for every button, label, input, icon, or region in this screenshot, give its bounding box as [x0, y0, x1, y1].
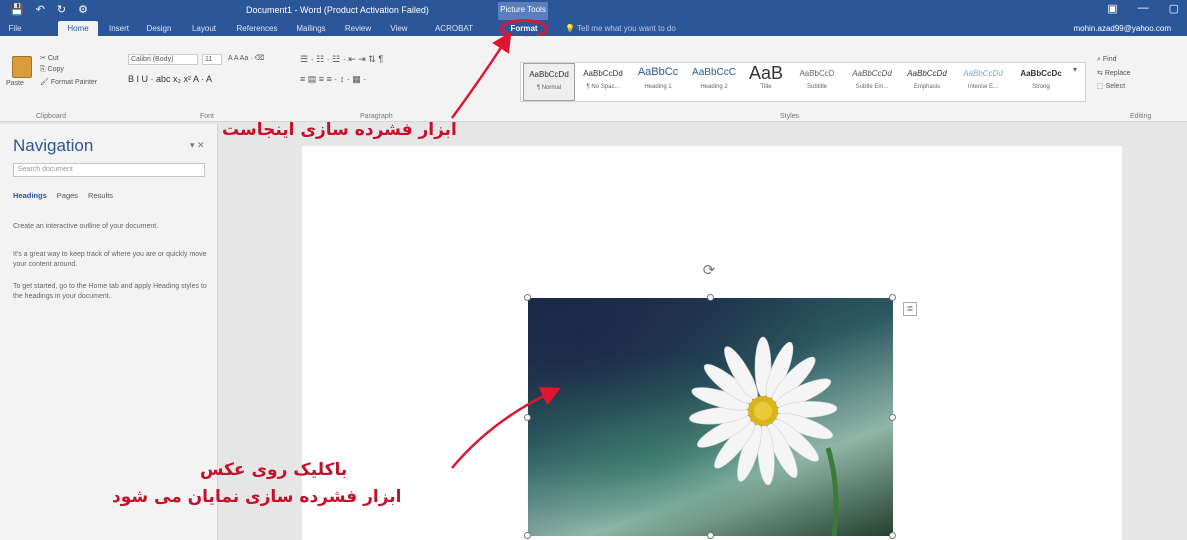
- annotation-arrows: [450, 31, 562, 469]
- annotation-ribbon-note: ابزار فشرده سازی اینجاست: [222, 120, 457, 140]
- arrow-to-picture: [451, 387, 562, 469]
- annotation-appear-note: ابزار فشرده سازی نمایان می شود: [112, 487, 402, 507]
- arrow-to-format-tab: [450, 31, 512, 119]
- annotation-click-note: باکلیک روی عکس: [200, 460, 348, 480]
